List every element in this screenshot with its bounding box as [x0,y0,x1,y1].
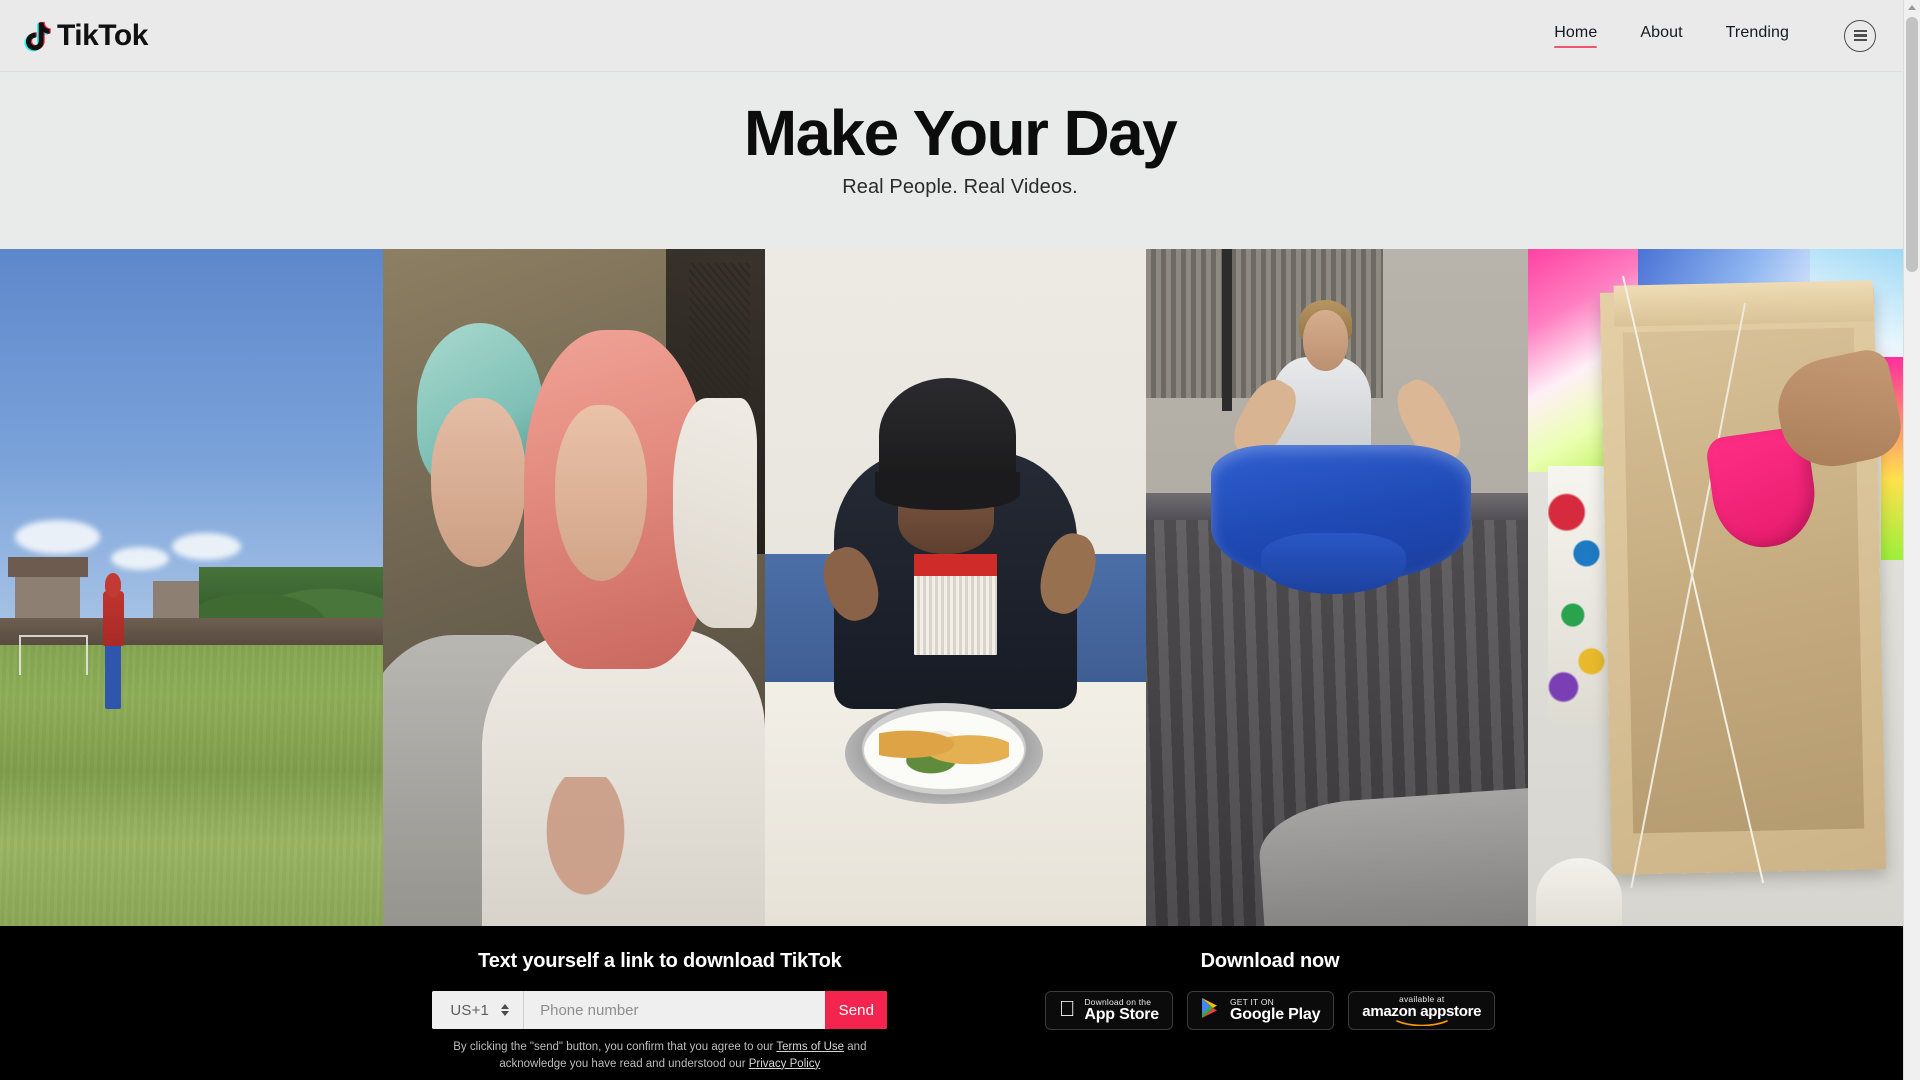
video-tile-couple[interactable] [383,249,765,926]
video-strip [0,249,1920,926]
send-button[interactable]: Send [825,991,888,1029]
hero-subtitle: Real People. Real Videos. [842,175,1078,198]
privacy-policy-link[interactable]: Privacy Policy [749,1058,821,1070]
store-badges:  Download on the App Store [1044,991,1496,1030]
tiktok-homepage: TikTok Home About Trending Make Your Day… [0,0,1920,1080]
video-tile-paint-pour[interactable] [1528,249,1920,926]
page-scrollbar[interactable] [1903,0,1920,1080]
badge-store-name: App Store [1076,1005,1159,1023]
app-store-badge[interactable]:  Download on the App Store [1044,991,1173,1030]
country-code-select[interactable]: US+1 [432,991,525,1029]
menu-bars [1853,29,1867,42]
tile-artwork [765,249,1146,926]
sms-legal-text: By clicking the "send" button, you confi… [425,1039,895,1072]
tile-artwork [0,249,383,926]
tile-artwork [383,249,765,926]
nav-item-about[interactable]: About [1640,24,1682,47]
primary-nav: Home About Trending [1554,19,1876,52]
sms-download-column: Text yourself a link to download TikTok … [425,950,895,1080]
legal-prefix: By clicking the "send" button, you confi… [453,1041,777,1053]
download-title: Download now [1200,950,1340,972]
badge-text: GET IT ON Google Play [1221,997,1320,1024]
page-title: Make Your Day [743,97,1178,169]
terms-of-use-link[interactable]: Terms of Use [776,1041,844,1053]
hamburger-menu-icon[interactable] [1844,19,1876,52]
scroll-up-arrow-icon[interactable] [1904,0,1920,15]
badge-store-name: amazon appstore [1354,1003,1481,1021]
video-tile-truck-tarp[interactable] [1146,249,1528,926]
nav-item-home[interactable]: Home [1554,24,1598,48]
amazon-appstore-badge[interactable]: available at amazon appstore [1348,991,1496,1030]
tile-artwork [1146,249,1528,926]
apple-logo-icon:  [1059,998,1076,1020]
tiktok-wordmark: TikTok [56,20,150,51]
tiktok-logo[interactable]: TikTok [22,20,150,52]
badge-store-name: Google Play [1221,1005,1320,1023]
sms-form: US+1 Send [432,991,888,1029]
tiktok-note-icon [22,20,52,52]
sms-title: Text yourself a link to download TikTok [478,950,842,972]
amazon-smile-icon [1395,1020,1448,1027]
google-play-badge[interactable]: GET IT ON Google Play [1187,991,1335,1030]
site-header: TikTok Home About Trending [0,0,1920,72]
badge-text: Download on the App Store [1076,997,1159,1024]
store-download-column: Download now  Download on the App Store [1044,950,1496,1080]
tile-artwork [1528,249,1920,926]
hero-section: Make Your Day Real People. Real Videos. [0,72,1920,249]
google-play-triangle-icon [1201,997,1221,1024]
stepper-arrows-icon [501,1004,510,1016]
badge-text: available at amazon appstore [1354,995,1481,1027]
scrollbar-thumb[interactable] [1906,17,1918,272]
phone-number-input[interactable] [524,991,826,1029]
site-footer: Text yourself a link to download TikTok … [0,926,1920,1080]
nav-item-trending[interactable]: Trending [1726,24,1789,47]
country-code-value: US+1 [450,1001,490,1019]
video-tile-food[interactable] [765,249,1146,926]
video-tile-spiderman[interactable] [0,249,383,926]
